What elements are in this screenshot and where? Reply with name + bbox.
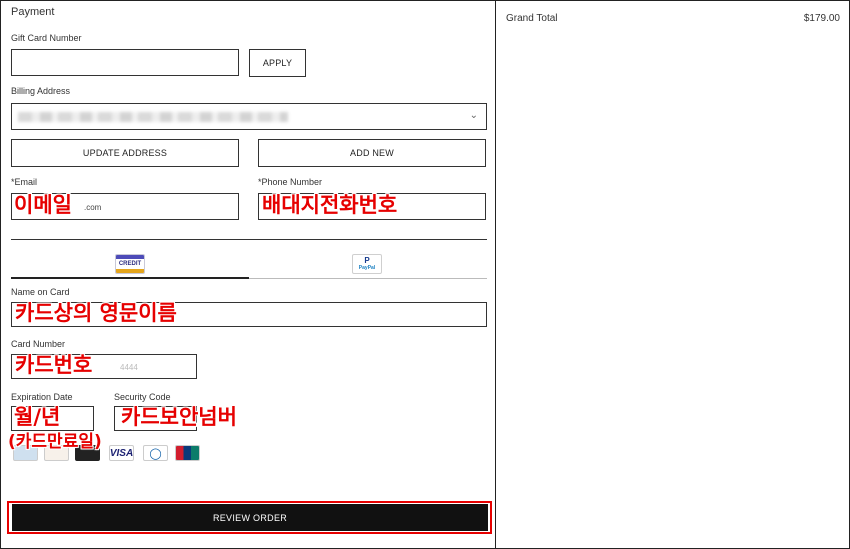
billing-address-label: Billing Address (11, 86, 71, 96)
unionpay-icon (175, 445, 200, 461)
card-number-annotation: 카드번호 (15, 353, 93, 377)
credit-card-icon: CREDIT (115, 254, 145, 274)
security-code-annotation: 카드보안넘버 (121, 405, 237, 429)
name-on-card-annotation: 카드상의 영문이름 (15, 301, 177, 325)
expiration-date-label: Expiration Date (11, 392, 73, 402)
grand-total-label: Grand Total (506, 13, 558, 24)
grand-total-value: $179.00 (803, 13, 840, 24)
order-summary-panel: Grand Total $179.00 (495, 1, 849, 548)
add-new-address-button[interactable]: ADD NEW (258, 139, 486, 167)
section-divider (11, 239, 487, 240)
update-address-button[interactable]: UPDATE ADDRESS (11, 139, 239, 167)
tab-paypal[interactable]: P PayPal (249, 246, 487, 278)
email-annotation: 이메일 (14, 193, 72, 217)
diners-club-icon: ◯ (143, 445, 168, 461)
expiration-note-annotation: (카드만료일) (8, 432, 102, 452)
phone-annotation: 배대지전화번호 (262, 193, 398, 217)
name-on-card-label: Name on Card (11, 287, 70, 297)
gift-card-input[interactable] (11, 49, 239, 76)
blurred-address-text (18, 112, 288, 122)
payment-title: Payment (11, 6, 55, 18)
tab-credit[interactable]: CREDIT (11, 246, 249, 278)
active-tab-indicator (11, 277, 249, 279)
email-value-suffix: .com (84, 203, 102, 212)
visa-icon: VISA (109, 445, 134, 461)
apply-button[interactable]: APPLY (249, 49, 306, 77)
payment-panel: Payment Gift Card Number APPLY Billing A… (1, 1, 495, 548)
paypal-icon: P PayPal (352, 254, 382, 274)
chevron-down-icon: ⌄ (469, 110, 478, 121)
expiration-annotation: 월/년 (14, 405, 61, 429)
card-number-placeholder: 4444 (120, 363, 138, 372)
gift-card-label: Gift Card Number (11, 33, 82, 43)
phone-label: *Phone Number (258, 177, 323, 187)
card-number-label: Card Number (11, 339, 66, 349)
review-order-button[interactable]: REVIEW ORDER (12, 504, 488, 531)
security-code-label: Security Code (114, 392, 171, 402)
tab-baseline (249, 278, 487, 279)
email-label: *Email (11, 177, 38, 187)
billing-address-select[interactable]: ⌄ (11, 103, 487, 130)
